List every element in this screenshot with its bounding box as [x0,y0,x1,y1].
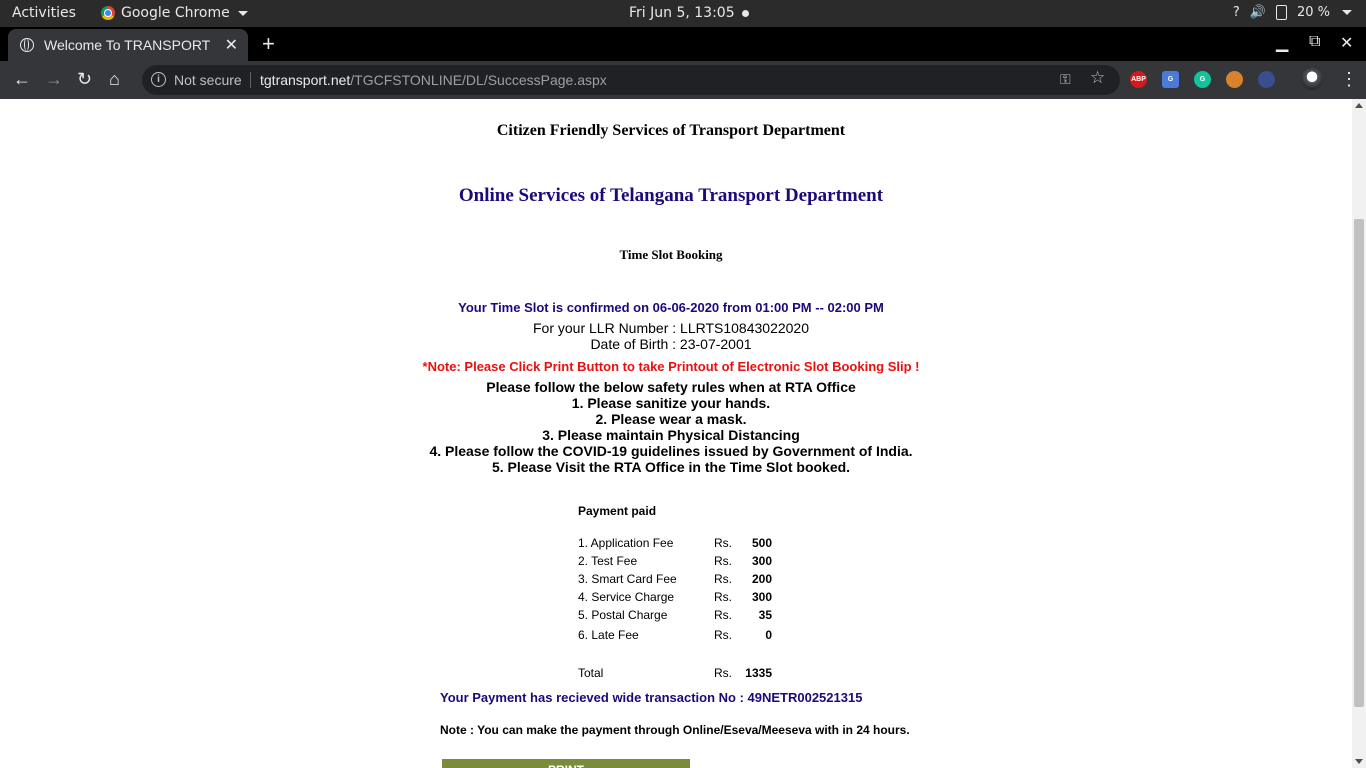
safety-rule: 3. Please maintain Physical Distancing [542,427,800,443]
close-window-button[interactable]: ✕ [1340,33,1353,53]
activities-button[interactable]: Activities [12,5,76,21]
print-note: *Note: Please Click Print Button to take… [422,359,920,374]
maximize-window-button[interactable]: ⧉ [1309,33,1320,51]
safety-rule: 5. Please Visit the RTA Office in the Ti… [491,459,851,475]
fee-amount: 300 [751,590,772,604]
fee-amount: 300 [751,554,772,568]
total-amount: 1335 [745,666,772,680]
safety-rules-heading: Please follow the below safety rules whe… [486,379,856,395]
slot-confirmation: Your Time Slot is confirmed on 06-06-202… [458,300,884,315]
google-translate-icon[interactable]: G [1162,71,1179,88]
vertical-scrollbar[interactable] [1352,99,1366,768]
fee-name: 6. Late Fee [578,628,639,642]
safety-rules: Please follow the below safety rules whe… [0,379,1342,475]
clock[interactable]: Fri Jun 5, 13:05 [629,5,749,21]
fee-name: 1. Application Fee [578,536,674,550]
fee-currency: Rs. [714,590,732,604]
main-title: Online Services of Telangana Transport D… [458,185,884,206]
separator [250,72,251,88]
transaction-info: Your Payment has recieved wide transacti… [440,690,863,705]
fee-currency: Rs. [714,608,732,622]
safety-rule: 2. Please wear a mask. [595,411,747,427]
close-tab-icon[interactable]: ✕ [225,35,238,55]
header-title: Citizen Friendly Services of Transport D… [496,122,846,139]
payment-note: Note : You can make the payment through … [440,723,910,737]
fee-row: 3. Smart Card Fee Rs. 200 [578,572,778,590]
reload-button[interactable]: ↻ [77,69,92,90]
browser-toolbar: ← → ↻ ⌂ i Not secure tgtransport.net/TGC… [0,61,1366,99]
app-menu-label: Google Chrome [121,5,230,21]
fee-amount: 200 [751,572,772,586]
fee-row: 5. Postal Charge Rs. 35 [578,608,778,626]
key-icon[interactable]: ⚿ [1060,71,1071,88]
profile-avatar[interactable] [1301,68,1323,90]
url-domain: tgtransport.net [260,72,351,88]
fee-currency: Rs. [714,536,732,550]
globe-icon [20,38,34,52]
new-tab-button[interactable]: + [262,31,275,57]
extension-owl-icon[interactable] [1226,71,1243,88]
chevron-down-icon [237,10,248,16]
adblock-plus-icon[interactable]: ABP [1130,71,1147,88]
llr-number: For your LLR Number : LLRTS10843022020 [532,320,809,336]
url-text[interactable]: tgtransport.net/TGCFSTONLINE/DL/SuccessP… [260,72,607,88]
fee-amount: 35 [758,608,772,622]
url-path: /TGCFSTONLINE/DL/SuccessPage.aspx [350,72,607,88]
section-title: Time Slot Booking [619,247,723,262]
total-label: Total [578,666,604,680]
fee-amount: 0 [765,628,772,642]
grammarly-icon[interactable]: G [1194,71,1211,88]
safety-rule: 4. Please follow the COVID-19 guidelines… [429,443,913,459]
total-row: Total Rs. 1335 [578,666,778,684]
back-button[interactable]: ← [13,69,31,90]
fee-name: 2. Test Fee [578,554,638,568]
scroll-up-icon[interactable] [1355,103,1363,108]
safety-rule: 1. Please sanitize your hands. [571,395,771,411]
info-icon[interactable]: i [151,72,166,87]
fee-row: 6. Late Fee Rs. 0 [578,628,778,646]
forward-button[interactable]: → [45,69,63,90]
browser-tab[interactable]: Welcome To TRANSPORT ✕ [8,29,248,61]
security-label[interactable]: Not secure [174,72,242,88]
address-bar[interactable]: i Not secure tgtransport.net/TGCFSTONLIN… [142,65,1120,95]
extension-cursor-icon[interactable] [1258,71,1275,88]
bookmark-star-icon[interactable]: ☆ [1090,68,1105,88]
payment-heading: Payment paid [578,504,657,518]
scrollbar-thumb[interactable] [1354,219,1364,707]
clock-label: Fri Jun 5, 13:05 [629,5,735,21]
tab-title: Welcome To TRANSPORT [44,37,211,53]
fee-name: 3. Smart Card Fee [578,572,677,586]
fee-currency: Rs. [714,628,732,642]
fee-name: 4. Service Charge [578,590,675,604]
date-of-birth: Date of Birth : 23-07-2001 [590,336,752,352]
fee-name: 5. Postal Charge [578,608,668,622]
system-tray[interactable]: ? 🔊 20 % [1233,5,1352,20]
battery-label: 20 % [1296,5,1330,20]
volume-icon: 🔊 [1249,5,1266,20]
chevron-down-icon [1342,10,1352,15]
minimize-window-button[interactable]: ▁ [1276,33,1288,53]
print-button[interactable]: PRINT [442,759,690,768]
fee-amount: 500 [751,536,772,550]
tab-strip: Welcome To TRANSPORT ✕ + ▁ ⧉ ✕ [0,27,1366,61]
chrome-icon [101,6,115,20]
app-menu[interactable]: Google Chrome [101,5,248,21]
chrome-menu-icon[interactable]: ⋮ [1340,69,1358,90]
notification-dot-icon [741,9,749,17]
fee-row: 1. Application Fee Rs. 500 [578,536,778,554]
page-content: Citizen Friendly Services of Transport D… [0,99,1352,768]
fee-currency: Rs. [714,572,732,586]
scroll-down-icon[interactable] [1355,759,1363,764]
system-top-bar: Activities Google Chrome Fri Jun 5, 13:0… [0,0,1366,27]
battery-icon [1275,5,1287,20]
fee-row: 2. Test Fee Rs. 300 [578,554,778,572]
help-icon: ? [1232,5,1240,20]
fee-row: 4. Service Charge Rs. 300 [578,590,778,608]
home-button[interactable]: ⌂ [109,69,120,90]
total-currency: Rs. [714,666,732,680]
fee-currency: Rs. [714,554,732,568]
